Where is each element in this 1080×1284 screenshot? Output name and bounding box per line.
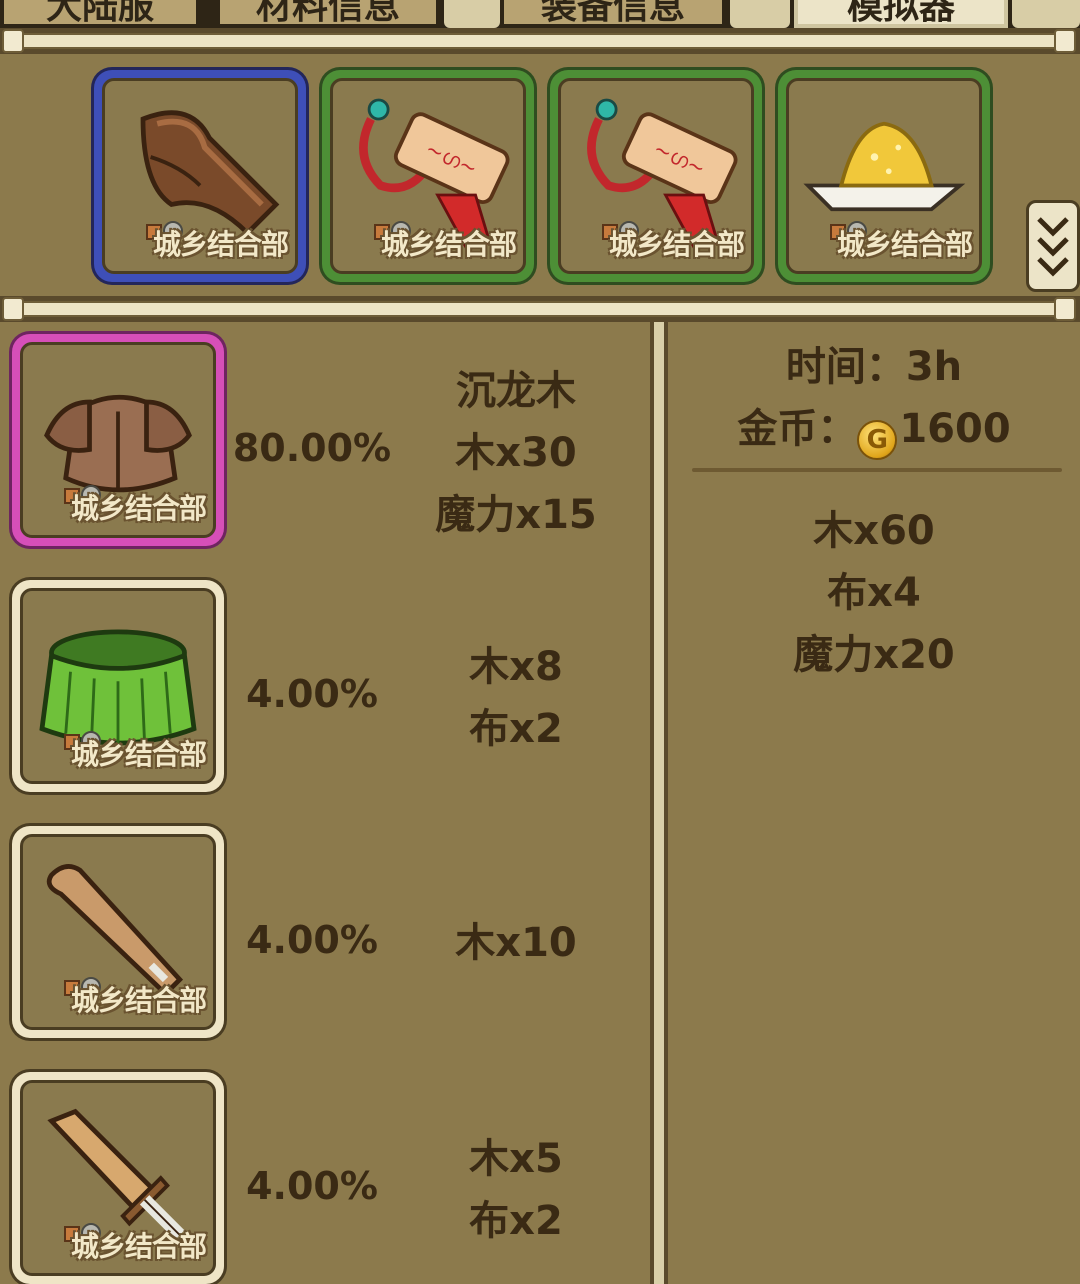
outcome-slot[interactable]: 城乡结合部 xyxy=(12,580,224,792)
requirement-line: 魔力x20 xyxy=(793,632,955,678)
material-line: 木x10 xyxy=(455,920,577,966)
material-slot-gold-powder[interactable]: 城乡结合部 xyxy=(778,70,990,282)
material-line: 木x8 xyxy=(469,644,563,690)
outcome-materials: 木x8 布x2 xyxy=(400,636,632,760)
tab-bar: 大陆服 材料信息 装备信息 模拟器 xyxy=(0,0,1080,30)
tab-simulator[interactable]: 模拟器 xyxy=(794,0,1008,28)
outcome-materials: 木x10 xyxy=(400,912,632,974)
outcome-materials: 木x5 布x2 xyxy=(400,1128,632,1252)
slot-frame: ~ഗ~ 城乡结合部 xyxy=(558,78,754,274)
rail-cap-right xyxy=(1054,29,1076,53)
time-label: 时间： xyxy=(785,344,906,390)
outcome-row[interactable]: 城乡结合部 4.00% 木x10 xyxy=(0,814,650,1038)
outcome-materials: 沉龙木 木x30 魔力x15 xyxy=(400,360,632,546)
material-slot-talisman[interactable]: ~ഗ~ 城乡结合部 xyxy=(322,70,534,282)
slot-frame: 城乡结合部 xyxy=(20,1080,216,1276)
double-chevron-down-icon xyxy=(1037,217,1069,277)
material-scroll-rail[interactable] xyxy=(0,28,1080,54)
gold-cost: 金币： G 1600 xyxy=(668,396,1080,460)
origin-tag: 城乡结合部 xyxy=(153,228,289,261)
origin-tag: 城乡结合部 xyxy=(837,228,973,261)
rail-cap-right xyxy=(1054,297,1076,321)
tab-equipment-info[interactable]: 装备信息 xyxy=(500,0,726,28)
material-line: 沉龙木 xyxy=(456,368,576,414)
material-slots: 城乡结合部 ~ഗ~ 城乡结合部 ~ഗ~ 城乡结合部 城乡结合部 xyxy=(0,56,1080,296)
material-line: 布x2 xyxy=(469,1198,563,1244)
gold-coin-icon: G xyxy=(857,420,898,460)
origin-tag: 城乡结合部 xyxy=(71,1230,207,1263)
outcome-slot[interactable]: 城乡结合部 xyxy=(12,1072,224,1284)
outcome-row[interactable]: 城乡结合部 80.00% 沉龙木 木x30 魔力x15 xyxy=(0,322,650,546)
rail-cap-left xyxy=(2,297,24,321)
total-requirements: 木x60 布x4 魔力x20 xyxy=(668,500,1080,686)
outcome-chance: 4.00% xyxy=(246,672,378,716)
origin-tag: 城乡结合部 xyxy=(381,228,517,261)
outcome-chance: 4.00% xyxy=(246,918,378,962)
requirement-line: 木x60 xyxy=(813,508,935,554)
tab-material-info[interactable]: 材料信息 xyxy=(216,0,440,28)
outcome-slot[interactable]: 城乡结合部 xyxy=(12,334,224,546)
slot-frame: 城乡结合部 xyxy=(20,834,216,1030)
panel-divider xyxy=(650,322,668,1284)
material-line: 木x30 xyxy=(455,430,577,476)
outcome-chance: 4.00% xyxy=(246,1164,378,1208)
outcome-row[interactable]: 城乡结合部 4.00% 木x5 布x2 xyxy=(0,1060,650,1284)
gold-label: 金币： xyxy=(737,406,858,452)
time-value: 3h xyxy=(905,344,963,390)
expand-materials-button[interactable] xyxy=(1026,200,1080,292)
origin-tag: 城乡结合部 xyxy=(71,738,207,771)
outcome-chance: 80.00% xyxy=(232,426,392,470)
tab-ornament xyxy=(730,0,790,28)
material-slot-wood-plank[interactable]: 城乡结合部 xyxy=(94,70,306,282)
outcome-list: 城乡结合部 80.00% 沉龙木 木x30 魔力x15 城乡结合部 4.00% xyxy=(0,322,650,1284)
material-line: 布x2 xyxy=(469,706,563,752)
slot-frame: 城乡结合部 xyxy=(20,342,216,538)
material-line: 木x5 xyxy=(469,1136,563,1182)
tab-ornament xyxy=(444,0,500,28)
slot-frame: ~ഗ~ 城乡结合部 xyxy=(330,78,526,274)
origin-tag: 城乡结合部 xyxy=(71,492,207,525)
rail-track xyxy=(6,33,1074,49)
gold-value: 1600 xyxy=(899,406,1011,452)
material-slot-talisman[interactable]: ~ഗ~ 城乡结合部 xyxy=(550,70,762,282)
time-cost: 时间：3h xyxy=(668,334,1080,392)
cost-panel: 时间：3h 金币： G 1600 木x60 布x4 魔力x20 xyxy=(668,322,1080,1284)
outcome-row[interactable]: 城乡结合部 4.00% 木x8 布x2 xyxy=(0,568,650,792)
slot-frame: 城乡结合部 xyxy=(102,78,298,274)
requirement-line: 布x4 xyxy=(827,570,921,616)
tab-ornament xyxy=(1012,0,1080,28)
material-line: 魔力x15 xyxy=(435,492,597,538)
origin-tag: 城乡结合部 xyxy=(609,228,745,261)
tab-server[interactable]: 大陆服 xyxy=(0,0,200,28)
rail-cap-left xyxy=(2,29,24,53)
slot-frame: 城乡结合部 xyxy=(20,588,216,784)
origin-tag: 城乡结合部 xyxy=(71,984,207,1017)
section-divider xyxy=(692,468,1062,472)
outcome-slot[interactable]: 城乡结合部 xyxy=(12,826,224,1038)
rail-track xyxy=(6,301,1074,317)
results-scroll-rail[interactable] xyxy=(0,296,1080,322)
slot-frame: 城乡结合部 xyxy=(786,78,982,274)
